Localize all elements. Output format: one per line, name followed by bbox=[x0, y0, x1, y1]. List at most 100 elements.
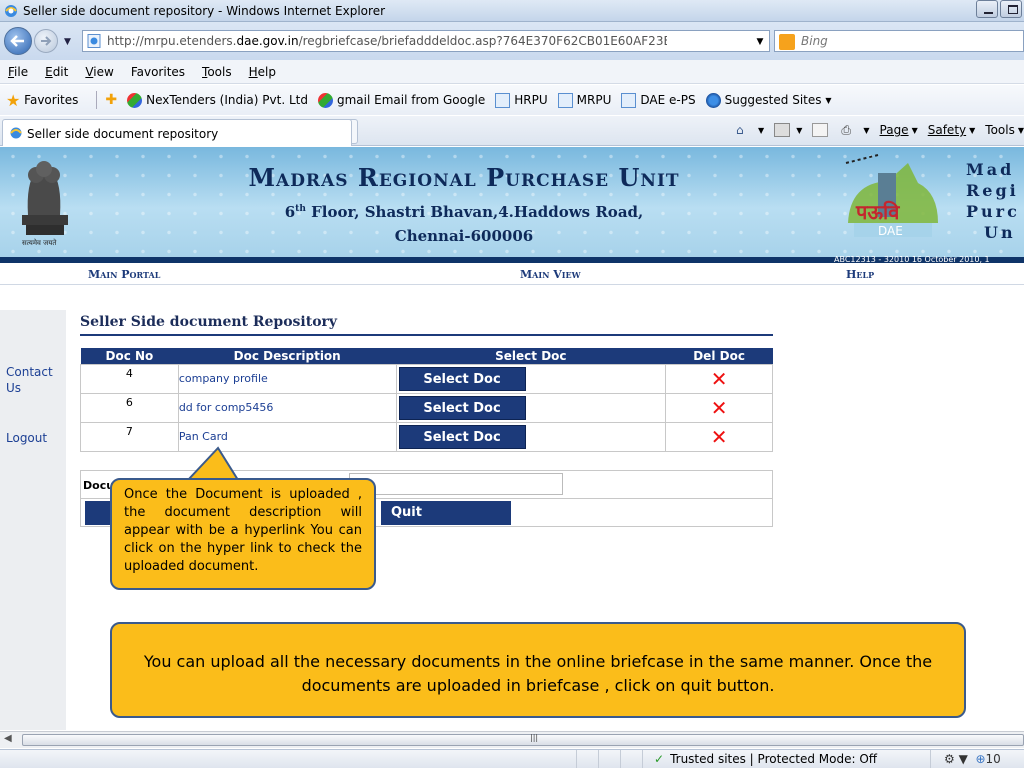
favorites-bar: ★ Favorites ✚ NexTenders (India) Pvt. Lt… bbox=[0, 85, 1024, 115]
search-box[interactable]: Bing bbox=[774, 30, 1024, 52]
recent-pages-dropdown-icon[interactable]: ▼ bbox=[64, 37, 71, 47]
scroll-grip-icon: ||| bbox=[530, 733, 539, 742]
left-sidebar: Contact Us Logout bbox=[0, 310, 66, 730]
gmail-icon bbox=[317, 92, 333, 108]
zoom-icon: ⊕ bbox=[975, 752, 986, 766]
page-menu[interactable]: Page ▼ bbox=[880, 123, 918, 137]
header-select-doc: Select Doc bbox=[396, 348, 666, 364]
minimize-button[interactable] bbox=[976, 0, 998, 18]
maximize-button[interactable] bbox=[1000, 0, 1022, 18]
favorite-link-dae-eps[interactable]: DAE e-PS bbox=[621, 92, 696, 108]
page-icon bbox=[557, 92, 573, 108]
dropdown-icon: ▼ bbox=[825, 95, 832, 105]
back-button[interactable] bbox=[4, 27, 32, 55]
back-arrow-icon bbox=[10, 35, 24, 47]
document-table: Doc No Doc Description Select Doc Del Do… bbox=[80, 348, 773, 452]
doc-description-link[interactable]: dd for comp5456 bbox=[177, 392, 397, 423]
status-divider bbox=[930, 750, 931, 768]
delete-icon[interactable]: ✕ bbox=[711, 425, 728, 449]
upload-instruction-callout: You can upload all the necessary documen… bbox=[110, 622, 966, 718]
menu-edit[interactable]: Edit bbox=[45, 65, 68, 79]
zoom-control[interactable]: ⚙ ▼ ⊕10 bbox=[944, 752, 1001, 766]
select-doc-button[interactable]: Select Doc bbox=[398, 395, 526, 420]
main-view-link[interactable]: Main View bbox=[520, 268, 581, 281]
doc-description-link[interactable]: company profile bbox=[177, 363, 397, 394]
status-divider bbox=[598, 750, 599, 768]
header-doc-no: Doc No bbox=[80, 348, 179, 364]
table-row: 4 company profile Select Doc ✕ bbox=[80, 363, 773, 394]
home-button[interactable]: ⌂ ▼ bbox=[736, 123, 764, 137]
delete-icon[interactable]: ✕ bbox=[711, 396, 728, 420]
help-link[interactable]: Help bbox=[846, 268, 874, 281]
quit-button[interactable]: Quit bbox=[381, 501, 511, 525]
print-icon: ⎙ bbox=[841, 123, 851, 137]
table-header-row: Doc No Doc Description Select Doc Del Do… bbox=[80, 348, 773, 364]
star-icon: ★ bbox=[6, 90, 21, 110]
menu-file[interactable]: File bbox=[8, 65, 28, 79]
horizontal-scrollbar[interactable]: ◀ ||| bbox=[0, 731, 1024, 748]
title-underline bbox=[80, 334, 773, 336]
menu-help[interactable]: Help bbox=[249, 65, 276, 79]
status-divider bbox=[576, 750, 577, 768]
home-icon: ⌂ bbox=[736, 123, 744, 137]
window-title: Seller side document repository - Window… bbox=[23, 4, 386, 18]
favorite-link-hrpu[interactable]: HRPU bbox=[495, 92, 548, 108]
protected-mode-icon: ⚙ ▼ bbox=[944, 752, 968, 766]
hyperlink-hint-callout: Once the Document is uploaded , the docu… bbox=[110, 478, 376, 590]
tab-seller-side-document-repository[interactable]: Seller side document repository bbox=[2, 119, 352, 146]
header-doc-description: Doc Description bbox=[178, 348, 396, 364]
menu-bar: File Edit View Favorites Tools Help bbox=[0, 60, 1024, 84]
internet-explorer-icon bbox=[5, 5, 17, 17]
favorite-link-mrpu[interactable]: MRPU bbox=[557, 92, 611, 108]
favorite-link-gmail[interactable]: gmail Email from Google bbox=[317, 92, 485, 108]
status-bar: ✓ Trusted sites | Protected Mode: Off ⚙ ▼… bbox=[0, 749, 1024, 768]
main-portal-link[interactable]: Main Portal bbox=[88, 268, 160, 281]
scroll-left-icon[interactable]: ◀ bbox=[4, 733, 12, 744]
favorite-link-suggested-sites[interactable]: Suggested Sites ▼ bbox=[705, 92, 832, 108]
tab-bar: Seller side document repository ⌂ ▼ ▼ ⎙ ▼ … bbox=[0, 116, 1024, 146]
favorites-button[interactable]: ★ Favorites bbox=[6, 91, 78, 110]
table-row: 6 dd for comp5456 Select Doc ✕ bbox=[80, 392, 773, 423]
search-placeholder: Bing bbox=[801, 34, 828, 48]
favorite-link-nextenders[interactable]: NexTenders (India) Pvt. Ltd bbox=[127, 92, 308, 108]
file-input[interactable] bbox=[349, 473, 563, 495]
feeds-icon bbox=[774, 123, 791, 137]
maximize-icon bbox=[1008, 5, 1018, 14]
add-favorite-icon: ✚ bbox=[105, 92, 118, 108]
url-text: http://mrpu.etenders.dae.gov.in/regbrief… bbox=[107, 34, 667, 48]
scrollbar-thumb[interactable] bbox=[22, 734, 1024, 746]
suggested-sites-icon bbox=[705, 92, 721, 108]
logout-link[interactable]: Logout bbox=[6, 430, 47, 446]
banner-logo-text: Mad Regi Purc Un bbox=[966, 160, 1020, 242]
address-bar[interactable]: http://mrpu.etenders.dae.gov.in/regbrief… bbox=[82, 30, 837, 52]
feeds-button[interactable]: ▼ bbox=[774, 123, 802, 137]
checkmark-icon: ✓ bbox=[654, 752, 665, 766]
menu-tools[interactable]: Tools bbox=[202, 65, 232, 79]
mail-icon bbox=[812, 123, 829, 137]
dae-logo-icon: पऊवि DAE bbox=[845, 154, 938, 238]
page-ie-icon bbox=[87, 34, 101, 48]
menu-view[interactable]: View bbox=[85, 65, 113, 79]
page-icon bbox=[621, 92, 637, 108]
window-title-bar: Seller side document repository - Window… bbox=[0, 0, 1024, 22]
add-favorites-button[interactable]: ✚ bbox=[105, 92, 117, 108]
mail-button[interactable] bbox=[812, 123, 831, 137]
print-button[interactable]: ⎙ ▼ bbox=[841, 123, 869, 137]
safety-menu[interactable]: Safety ▼ bbox=[928, 123, 976, 137]
address-toolbar: ▼ http://mrpu.etenders.dae.gov.in/regbri… bbox=[0, 22, 1024, 60]
tools-menu[interactable]: Tools ▼ bbox=[985, 123, 1024, 137]
separator bbox=[96, 91, 98, 109]
forward-button[interactable] bbox=[34, 29, 58, 53]
emblem-caption: सत्यमेव जयते bbox=[22, 239, 57, 247]
bing-icon bbox=[779, 34, 795, 50]
forward-arrow-icon bbox=[41, 36, 52, 46]
menu-favorites[interactable]: Favorites bbox=[131, 65, 185, 79]
select-doc-button[interactable]: Select Doc bbox=[398, 366, 526, 391]
doc-no-cell: 4 bbox=[80, 363, 179, 394]
security-zone[interactable]: ✓ Trusted sites | Protected Mode: Off bbox=[654, 752, 877, 766]
select-doc-button[interactable]: Select Doc bbox=[398, 424, 526, 449]
delete-icon[interactable]: ✕ bbox=[711, 367, 728, 391]
dropdown-icon[interactable]: ▼ bbox=[751, 34, 769, 50]
national-emblem-icon bbox=[22, 161, 68, 235]
contact-us-link[interactable]: Contact Us bbox=[6, 364, 56, 396]
